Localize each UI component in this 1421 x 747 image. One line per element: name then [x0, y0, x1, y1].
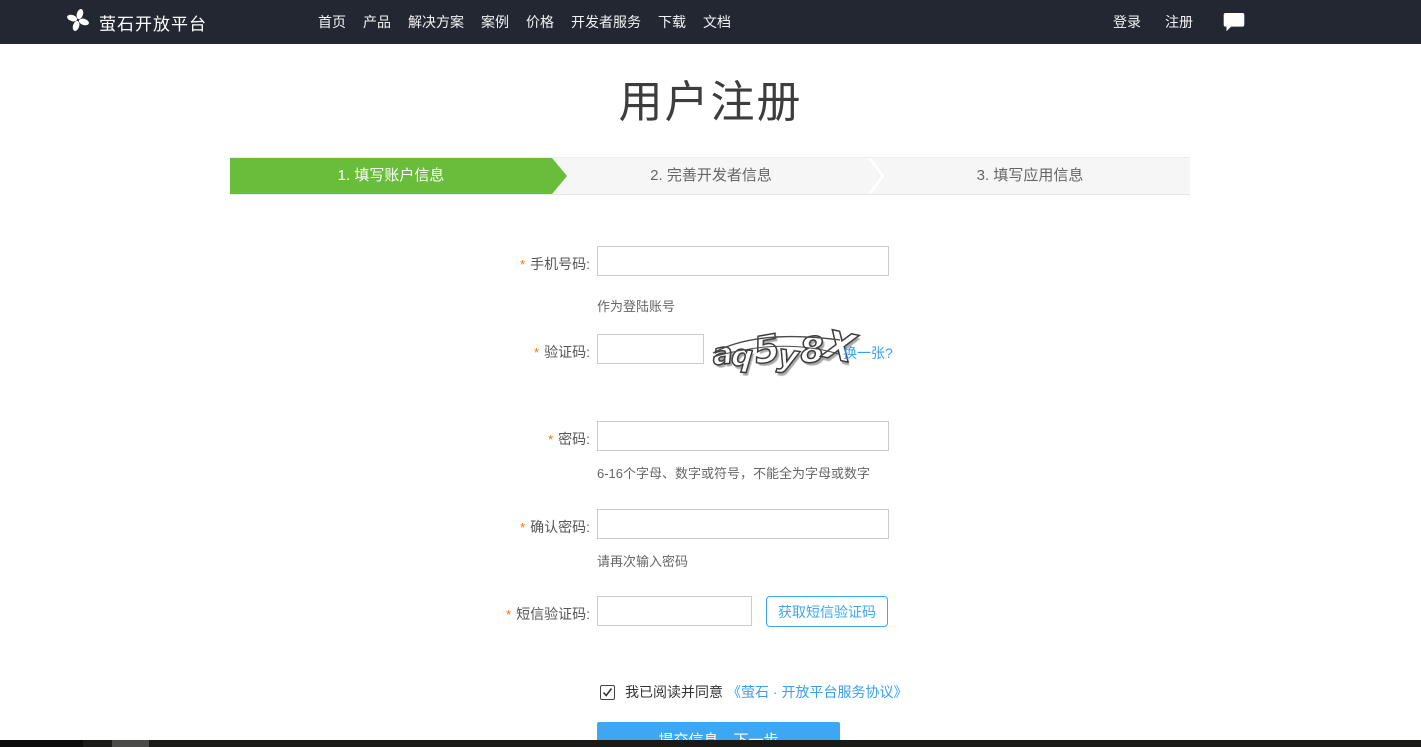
required-star: *: [548, 432, 553, 447]
bottom-scrollbar: [0, 740, 1421, 747]
step-3-app-info: 3. 填写应用信息: [870, 158, 1190, 194]
confirm-password-input[interactable]: [597, 509, 889, 539]
register-link[interactable]: 注册: [1165, 12, 1193, 32]
sms-code-label: *短信验证码:: [400, 604, 590, 624]
service-agreement-link[interactable]: 《萤石 · 开放平台服务协议》: [727, 682, 907, 702]
top-navbar: 萤石开放平台 首页 产品 解决方案 案例 价格 开发者服务 下载 文档 登录 注…: [0, 0, 1421, 44]
header-right: 登录 注册: [1113, 0, 1245, 44]
login-link[interactable]: 登录: [1113, 12, 1141, 32]
required-star: *: [520, 520, 525, 535]
password-input[interactable]: [597, 421, 889, 451]
agreement-text: 我已阅读并同意: [625, 682, 723, 702]
brand-name: 萤石开放平台: [99, 10, 207, 35]
captcha-char: y: [776, 340, 800, 374]
captcha-label: *验证码:: [400, 342, 590, 362]
step-indicator: 1. 填写账户信息 2. 完善开发者信息 3. 填写应用信息: [230, 157, 1190, 195]
pinwheel-logo-icon: [66, 8, 90, 37]
captcha-input[interactable]: [597, 334, 704, 364]
registration-page: 萤石开放平台 首页 产品 解决方案 案例 价格 开发者服务 下载 文档 登录 注…: [0, 0, 1421, 747]
required-star: *: [506, 607, 511, 622]
step-1-account-info: 1. 填写账户信息: [230, 158, 552, 194]
phone-input[interactable]: [597, 246, 889, 276]
get-sms-code-button[interactable]: 获取短信验证码: [766, 596, 888, 627]
nav-item-pricing[interactable]: 价格: [526, 12, 554, 32]
nav-item-docs[interactable]: 文档: [703, 12, 731, 32]
nav-item-developer-services[interactable]: 开发者服务: [571, 12, 641, 32]
chat-bubble-icon[interactable]: [1223, 12, 1245, 33]
agreement-checkbox[interactable]: [600, 685, 615, 700]
nav-item-home[interactable]: 首页: [318, 12, 346, 32]
required-star: *: [520, 257, 525, 272]
checkmark-icon: [602, 687, 613, 698]
confirm-password-hint: 请再次输入密码: [597, 551, 688, 570]
nav-item-products[interactable]: 产品: [363, 12, 391, 32]
password-label: *密码:: [400, 429, 590, 449]
phone-hint: 作为登陆账号: [597, 296, 675, 315]
phone-label: *手机号码:: [400, 254, 590, 274]
captcha-image[interactable]: a q 5 y 8 X: [712, 327, 842, 373]
page-title: 用户注册: [0, 66, 1421, 130]
confirm-password-label: *确认密码:: [400, 517, 590, 537]
captcha-refresh-link[interactable]: 换一张?: [843, 343, 893, 363]
agreement-row: 我已阅读并同意 《萤石 · 开放平台服务协议》: [600, 682, 907, 702]
nav-item-cases[interactable]: 案例: [481, 12, 509, 32]
required-star: *: [534, 345, 539, 360]
chevron-separator-icon: [868, 158, 886, 199]
nav-item-download[interactable]: 下载: [658, 12, 686, 32]
sms-code-input[interactable]: [597, 596, 752, 626]
scrollbar-track: [0, 740, 83, 747]
brand-logo[interactable]: 萤石开放平台: [66, 0, 207, 44]
scrollbar-thumb[interactable]: [112, 740, 149, 747]
step-2-developer-info: 2. 完善开发者信息: [552, 158, 870, 194]
main-nav: 首页 产品 解决方案 案例 价格 开发者服务 下载 文档: [318, 0, 731, 44]
nav-item-solutions[interactable]: 解决方案: [408, 12, 464, 32]
captcha-char: q: [730, 341, 754, 373]
password-hint: 6-16个字母、数字或符号，不能全为字母或数字: [597, 463, 870, 482]
